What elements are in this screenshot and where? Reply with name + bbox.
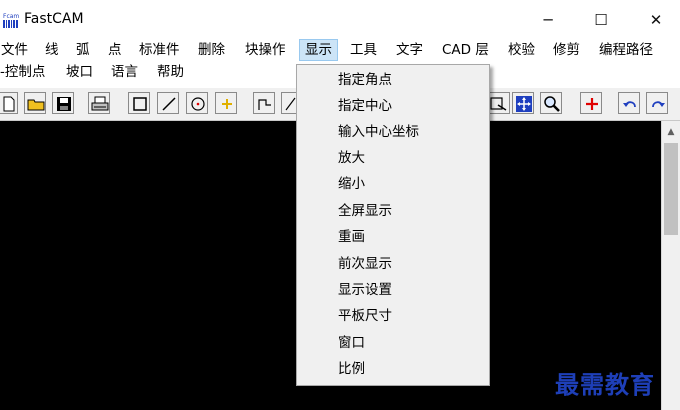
menu-text[interactable]: 文字 xyxy=(396,40,423,60)
zoom-window-icon[interactable] xyxy=(490,92,510,114)
slant-line-icon[interactable] xyxy=(281,92,296,114)
fastcam-app-icon: Fcam xyxy=(2,12,19,28)
menu-item-window[interactable]: 窗口 xyxy=(297,330,489,356)
menu-standard-parts[interactable]: 标准件 xyxy=(139,40,180,60)
menu-item-specify-corner[interactable]: 指定角点 xyxy=(297,67,489,93)
print-icon[interactable] xyxy=(88,92,110,114)
menu-item-scale[interactable]: 比例 xyxy=(297,356,489,382)
window-title: FastCAM xyxy=(24,11,84,27)
menu-verify[interactable]: 校验 xyxy=(508,40,535,60)
menu-item-input-center-coords[interactable]: 输入中心坐标 xyxy=(297,119,489,145)
step-line-icon[interactable] xyxy=(253,92,275,114)
new-file-icon[interactable] xyxy=(0,92,18,114)
menu-item-fullscreen[interactable]: 全屏显示 xyxy=(297,198,489,224)
menu-block-ops[interactable]: 块操作 xyxy=(245,40,286,60)
menu-trim[interactable]: 修剪 xyxy=(553,40,580,60)
circle-icon[interactable] xyxy=(186,92,208,114)
menu-display[interactable]: 显示 xyxy=(299,39,338,61)
save-icon[interactable] xyxy=(52,92,74,114)
vertical-scrollbar[interactable]: ▲ xyxy=(661,121,680,410)
redo-icon[interactable] xyxy=(646,92,668,114)
add-cross-icon[interactable] xyxy=(580,92,602,114)
menu-point[interactable]: 点 xyxy=(108,40,122,60)
menu-bevel[interactable]: 坡口 xyxy=(66,62,93,82)
scroll-up-arrow-icon[interactable]: ▲ xyxy=(662,125,680,139)
close-button[interactable]: ✕ xyxy=(636,8,676,32)
menu-delete[interactable]: 删除 xyxy=(198,40,225,60)
menu-item-zoom-in[interactable]: 放大 xyxy=(297,145,489,171)
scrollbar-thumb[interactable] xyxy=(664,143,678,235)
zoom-all-icon[interactable] xyxy=(512,92,534,114)
minimize-button[interactable]: ─ xyxy=(528,8,568,32)
menu-toolpath[interactable]: 编程路径 xyxy=(599,40,653,60)
undo-icon[interactable] xyxy=(618,92,640,114)
point-icon[interactable] xyxy=(215,92,237,114)
menu-item-redraw[interactable]: 重画 xyxy=(297,224,489,250)
svg-text:Fcam: Fcam xyxy=(3,13,19,20)
menu-item-previous-view[interactable]: 前次显示 xyxy=(297,251,489,277)
menu-language[interactable]: 语言 xyxy=(111,62,138,82)
menu-cad-layer[interactable]: CAD 层 xyxy=(442,40,489,60)
menu-item-display-settings[interactable]: 显示设置 xyxy=(297,277,489,303)
menu-file[interactable]: 文件 xyxy=(1,40,28,60)
rectangle-icon[interactable] xyxy=(128,92,150,114)
menu-bar: 文件 线 弧 点 标准件 删除 块操作 显示 工具 文字 CAD 层 校验 修剪… xyxy=(0,39,680,61)
watermark-logo: 最需教育 xyxy=(555,370,655,399)
menu-tools[interactable]: 工具 xyxy=(350,40,377,60)
zoom-magnify-icon[interactable] xyxy=(540,92,562,114)
menu-item-specify-center[interactable]: 指定中心 xyxy=(297,93,489,119)
menu-help[interactable]: 帮助 xyxy=(157,62,184,82)
display-dropdown-menu: 指定角点 指定中心 输入中心坐标 放大 缩小 全屏显示 重画 前次显示 显示设置… xyxy=(296,64,490,386)
menu-arc[interactable]: 弧 xyxy=(76,40,90,60)
menu-control-point[interactable]: -控制点 xyxy=(0,62,45,82)
line-icon[interactable] xyxy=(157,92,179,114)
menu-line[interactable]: 线 xyxy=(45,40,59,60)
open-folder-icon[interactable] xyxy=(24,92,46,114)
menu-item-zoom-out[interactable]: 缩小 xyxy=(297,171,489,197)
title-bar: Fcam FastCAM ─ ☐ ✕ xyxy=(0,0,680,40)
maximize-button[interactable]: ☐ xyxy=(581,8,621,32)
menu-item-plate-size[interactable]: 平板尺寸 xyxy=(297,303,489,329)
